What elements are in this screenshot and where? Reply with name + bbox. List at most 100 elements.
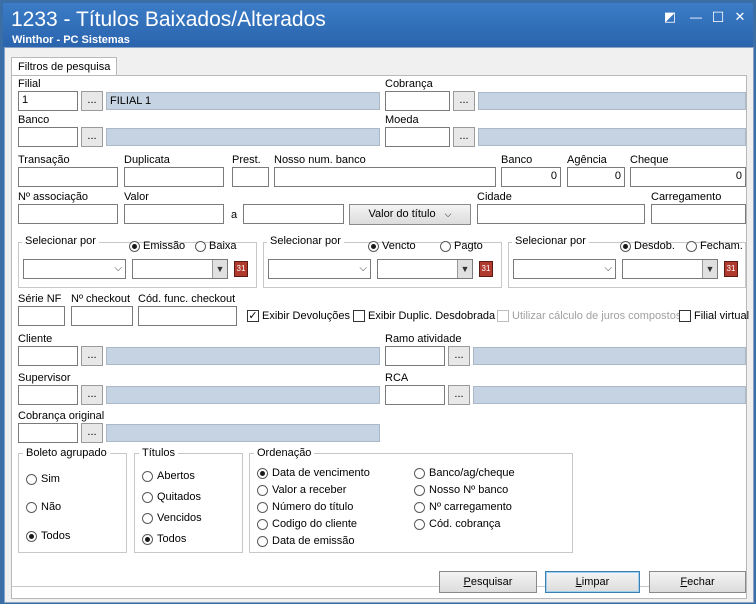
carregamento-input[interactable] — [651, 204, 746, 224]
titulos-todos-radio[interactable] — [142, 534, 153, 545]
ord-cod-cobranca-label: Cód. cobrança — [429, 518, 501, 530]
valor-type-select[interactable]: Valor do título ⌵ — [349, 204, 471, 225]
rca-lookup-button[interactable]: ... — [448, 385, 470, 405]
calendar-icon[interactable]: 31 — [234, 261, 248, 277]
pesquisar-button[interactable]: Pesquisar — [439, 571, 537, 593]
num-checkout-input[interactable] — [71, 306, 133, 326]
titulos-abertos-radio[interactable] — [142, 471, 153, 482]
fechar-button[interactable]: Fechar — [649, 571, 746, 593]
cobranca-description — [478, 92, 746, 110]
ord-cod-cobranca-radio[interactable] — [414, 519, 425, 530]
date-picker-3[interactable]: ▼ — [622, 259, 718, 279]
fecham-radio[interactable] — [686, 241, 697, 252]
ord-num-carregamento-radio[interactable] — [414, 502, 425, 513]
ramo-lookup-button[interactable]: ... — [448, 346, 470, 366]
nosso-num-input[interactable] — [274, 167, 496, 187]
filial-code-input[interactable]: 1 — [18, 91, 78, 111]
boleto-sim-label: Sim — [41, 473, 60, 485]
ord-nosso-num-banco-radio[interactable] — [414, 485, 425, 496]
ord-data-emissao-radio[interactable] — [257, 536, 268, 547]
banco-code-input[interactable] — [18, 127, 78, 147]
cliente-code-input[interactable] — [18, 346, 78, 366]
filial-lookup-button[interactable]: ... — [81, 91, 103, 111]
titulos-vencidos-radio[interactable] — [142, 513, 153, 524]
chevron-down-icon: ⌵ — [359, 263, 367, 274]
duplicata-input[interactable] — [124, 167, 224, 187]
titulos-quitados-radio[interactable] — [142, 492, 153, 503]
cod-func-checkout-input[interactable] — [138, 306, 237, 326]
fecham-radio-label: Fecham. — [700, 240, 743, 252]
pagto-radio[interactable] — [440, 241, 451, 252]
restore-icon[interactable]: ◩ — [661, 9, 679, 25]
transacao-input[interactable] — [18, 167, 118, 187]
cobranca-lookup-button[interactable]: ... — [453, 91, 475, 111]
baixa-radio-label: Baixa — [209, 240, 237, 252]
valor-to-input[interactable] — [243, 204, 344, 224]
ord-codigo-cliente-radio[interactable] — [257, 519, 268, 530]
agencia-input[interactable]: 0 — [567, 167, 625, 187]
desdob-radio[interactable] — [620, 241, 631, 252]
date-picker-2[interactable]: ▼ — [377, 259, 473, 279]
maximize-button[interactable]: ☐ — [709, 9, 727, 25]
serie-nf-input[interactable] — [18, 306, 65, 326]
num-associacao-input[interactable] — [18, 204, 118, 224]
valor-from-input[interactable] — [124, 204, 224, 224]
filial-virtual-checkbox[interactable] — [679, 310, 691, 322]
ord-data-emissao-label: Data de emissão — [272, 535, 355, 547]
rca-label: RCA — [385, 372, 409, 384]
boleto-nao-label: Não — [41, 501, 62, 513]
calendar-icon[interactable]: 31 — [724, 261, 738, 277]
ramo-code-input[interactable] — [385, 346, 445, 366]
supervisor-code-input[interactable] — [18, 385, 78, 405]
supervisor-lookup-button[interactable]: ... — [81, 385, 103, 405]
calendar-icon[interactable]: 31 — [479, 261, 493, 277]
ord-data-vencimento-label: Data de vencimento — [272, 467, 370, 479]
pagto-radio-label: Pagto — [454, 240, 483, 252]
boleto-todos-label: Todos — [41, 530, 71, 542]
cliente-label: Cliente — [18, 333, 53, 345]
cod-func-checkout-label: Cód. func. checkout — [138, 293, 236, 305]
vencto-radio-label: Vencto — [382, 240, 416, 252]
agencia-label: Agência — [567, 154, 607, 166]
ord-valor-receber-radio[interactable] — [257, 485, 268, 496]
minimize-button[interactable]: — — [687, 9, 705, 25]
exibir-duplic-checkbox[interactable] — [353, 310, 365, 322]
banco-lookup-button[interactable]: ... — [81, 127, 103, 147]
titulos-vencidos-label: Vencidos — [157, 512, 202, 524]
cliente-lookup-button[interactable]: ... — [81, 346, 103, 366]
cobranca-original-code-input[interactable] — [18, 423, 78, 443]
ord-numero-titulo-radio[interactable] — [257, 502, 268, 513]
ord-banco-ag-cheque-label: Banco/ag/cheque — [429, 467, 515, 479]
valor-label: Valor — [124, 191, 149, 203]
pesquisar-accel: P — [463, 576, 471, 588]
chevron-down-icon: ▼ — [702, 260, 717, 278]
vencto-radio[interactable] — [368, 241, 379, 252]
banco-num-input[interactable]: 0 — [501, 167, 561, 187]
exibir-devolucoes-checkbox[interactable]: ✓ — [247, 310, 259, 322]
baixa-radio[interactable] — [195, 241, 206, 252]
close-button[interactable]: ✕ — [731, 9, 749, 25]
cobranca-code-input[interactable] — [385, 91, 450, 111]
cidade-input[interactable] — [477, 204, 645, 224]
boleto-sim-radio[interactable] — [26, 474, 37, 485]
prest-input[interactable] — [232, 167, 269, 187]
boleto-nao-radio[interactable] — [26, 502, 37, 513]
transacao-label: Transação — [18, 154, 70, 166]
limpar-label: impar — [581, 576, 610, 588]
emissao-radio[interactable] — [129, 241, 140, 252]
cheque-input[interactable]: 0 — [630, 167, 746, 187]
date-picker-1[interactable]: ▼ — [132, 259, 228, 279]
moeda-code-input[interactable] — [385, 127, 450, 147]
selecionar-por-select-2[interactable]: ⌵ — [268, 259, 371, 279]
limpar-button[interactable]: Limpar — [545, 571, 640, 593]
rca-code-input[interactable] — [385, 385, 445, 405]
tab-filtros-de-pesquisa[interactable]: Filtros de pesquisa — [11, 57, 118, 76]
selecionar-por-select-3[interactable]: ⌵ — [513, 259, 616, 279]
boleto-todos-radio[interactable] — [26, 531, 37, 542]
ord-valor-receber-label: Valor a receber — [272, 484, 347, 496]
ord-banco-ag-cheque-radio[interactable] — [414, 468, 425, 479]
selecionar-por-select-1[interactable]: ⌵ — [23, 259, 126, 279]
moeda-lookup-button[interactable]: ... — [453, 127, 475, 147]
ord-data-vencimento-radio[interactable] — [257, 468, 268, 479]
cobranca-original-lookup-button[interactable]: ... — [81, 423, 103, 443]
